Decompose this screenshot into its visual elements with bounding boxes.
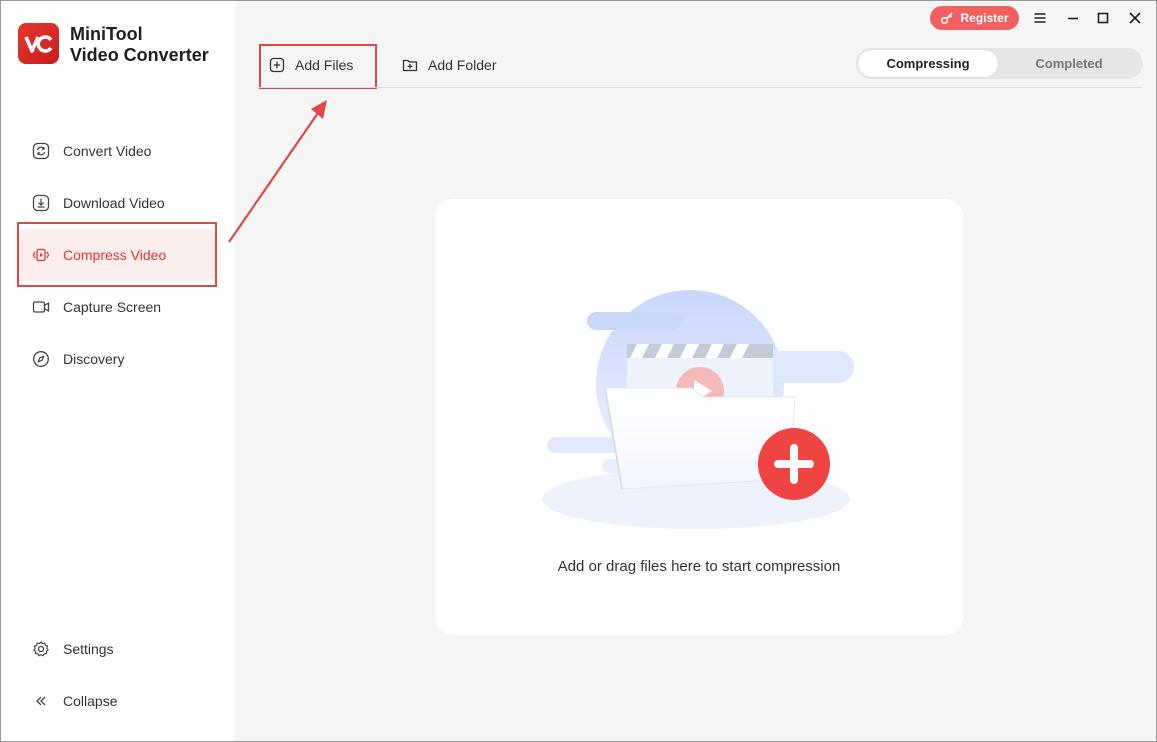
chevron-double-left-icon <box>32 692 50 710</box>
compass-icon <box>32 350 50 368</box>
collapse-button[interactable]: Collapse <box>19 675 215 727</box>
settings-button[interactable]: Settings <box>19 623 215 675</box>
drop-zone-message: Add or drag files here to start compress… <box>557 558 841 575</box>
download-icon <box>32 194 50 212</box>
gear-icon <box>32 640 50 658</box>
add-folder-label: Add Folder <box>428 57 497 73</box>
menu-button[interactable] <box>1029 7 1051 29</box>
sidebar-item-label: Convert Video <box>63 143 152 159</box>
add-files-label: Add Files <box>295 57 354 73</box>
sidebar-item-convert-video[interactable]: Convert Video <box>19 125 215 177</box>
collapse-label: Collapse <box>63 693 118 709</box>
camera-icon <box>32 298 50 316</box>
sidebar: MiniTool Video Converter Convert Video D… <box>1 1 235 741</box>
maximize-button[interactable] <box>1092 7 1114 29</box>
close-icon <box>1129 12 1141 24</box>
sidebar-item-label: Discovery <box>63 351 125 367</box>
status-tabs: Compressing Completed <box>856 48 1143 79</box>
add-file-icon <box>269 57 285 73</box>
add-folder-button[interactable]: Add Folder <box>402 54 496 76</box>
add-folder-icon <box>402 59 418 72</box>
vc-logo-icon <box>23 34 52 53</box>
close-button[interactable] <box>1124 7 1146 29</box>
add-files-button[interactable]: Add Files <box>269 54 353 76</box>
sidebar-item-download-video[interactable]: Download Video <box>19 177 215 229</box>
hamburger-icon <box>1034 13 1046 23</box>
minimize-icon <box>1068 17 1078 20</box>
sidebar-item-discovery[interactable]: Discovery <box>19 333 215 385</box>
tab-completed[interactable]: Completed <box>999 50 1139 77</box>
settings-label: Settings <box>63 641 114 657</box>
register-label: Register <box>960 11 1009 25</box>
sidebar-item-label: Download Video <box>63 195 165 211</box>
app-title-line1: MiniTool <box>70 24 143 44</box>
tab-compressing[interactable]: Compressing <box>858 50 998 77</box>
sidebar-item-capture-screen[interactable]: Capture Screen <box>19 281 215 333</box>
convert-icon <box>32 142 50 160</box>
folder-video-illustration-icon <box>542 290 854 529</box>
minimize-button[interactable] <box>1062 7 1084 29</box>
sidebar-item-label: Capture Screen <box>63 299 162 315</box>
sidebar-item-compress-video[interactable]: Compress Video <box>19 229 215 281</box>
compress-icon <box>32 246 50 264</box>
app-title-line2: Video Converter <box>70 45 209 65</box>
toolbar-divider <box>258 87 1142 88</box>
app-title: MiniTool Video Converter <box>70 24 209 66</box>
key-icon <box>941 12 954 25</box>
drop-zone[interactable]: Add or drag files here to start compress… <box>435 199 963 635</box>
maximize-icon <box>1097 12 1109 24</box>
register-button[interactable]: Register <box>930 6 1019 30</box>
app-logo <box>18 23 59 64</box>
sidebar-item-label: Compress Video <box>63 247 167 263</box>
